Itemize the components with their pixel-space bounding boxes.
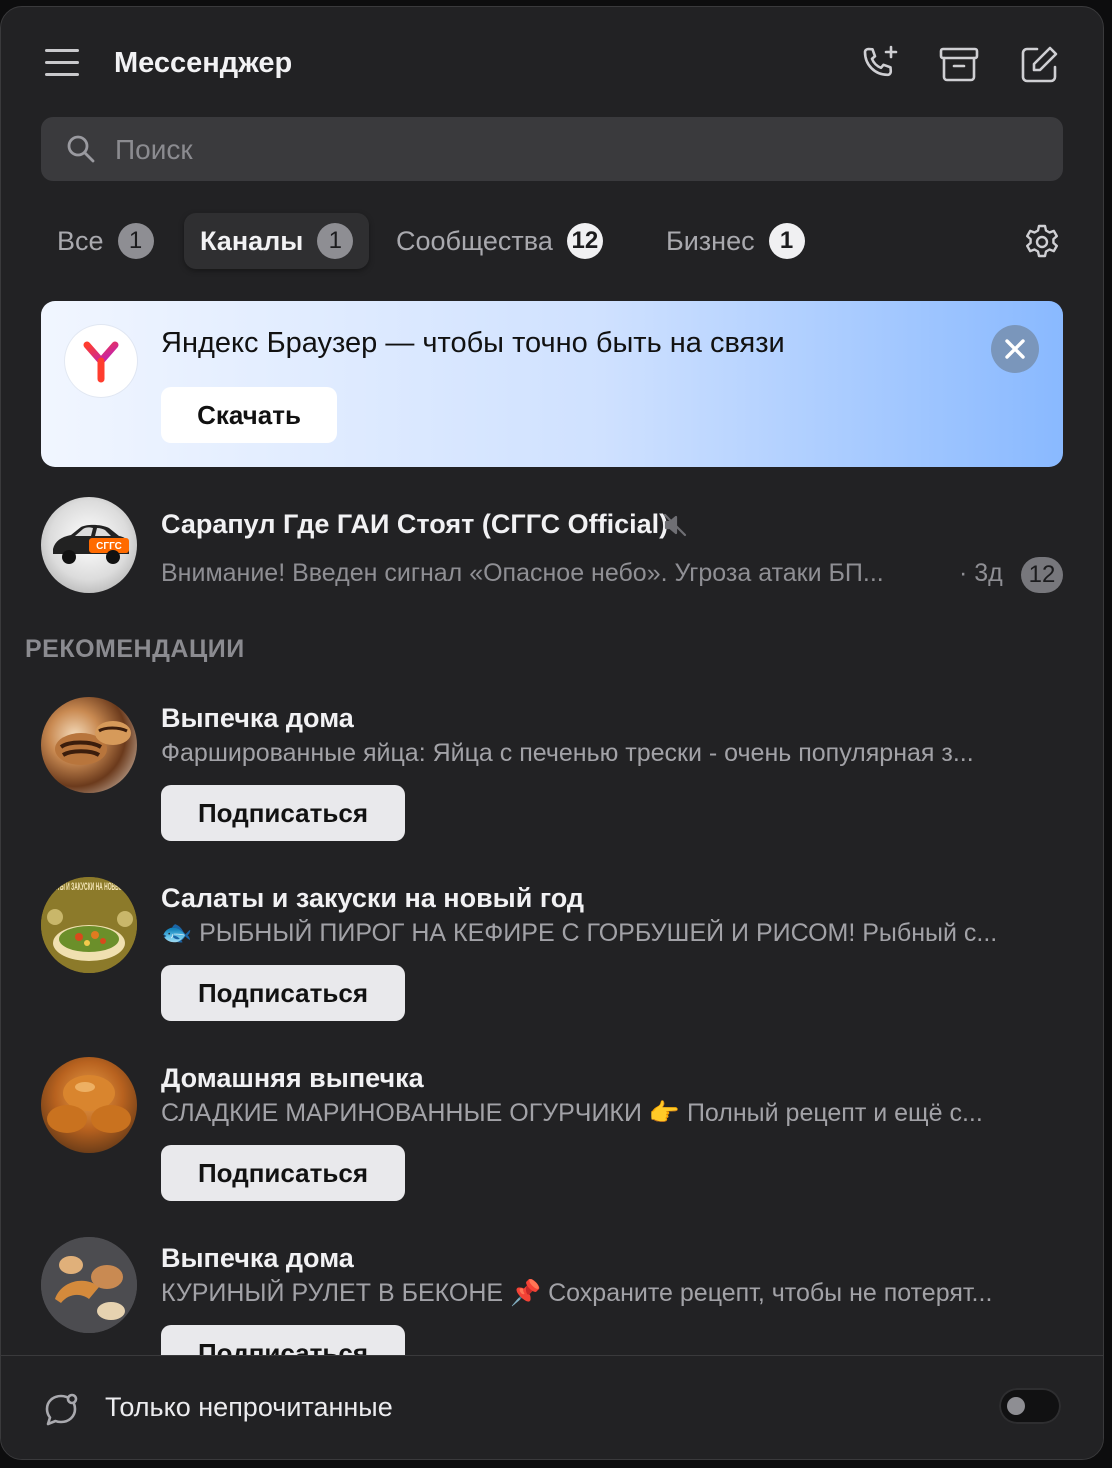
recommendations-title: РЕКОМЕНДАЦИИ	[25, 635, 245, 663]
archive-icon[interactable]	[937, 43, 981, 87]
channel-description: СЛАДКИЕ МАРИНОВАННЫЕ ОГУРЧИКИ 👉 Полный р…	[161, 1099, 983, 1127]
chat-name: Сарапул Где ГАИ Стоят (СГГС Official)	[161, 509, 669, 539]
list-item[interactable]: САЛАТЫ И ЗАКУСКИ НА НОВЫЙ ГОД Салаты и з…	[1, 877, 1103, 1057]
channel-description: КУРИНЫЙ РУЛЕТ В БЕКОНЕ 📌 Сохраните рецеп…	[161, 1279, 993, 1307]
compose-icon[interactable]	[1017, 43, 1061, 87]
channel-description: Фаршированные яйца: Яйца с печенью треск…	[161, 739, 974, 767]
car-logo-icon: СГГС	[53, 524, 129, 564]
subscribe-button[interactable]: Подписаться	[161, 1145, 405, 1201]
unread-only-label: Только непрочитанные	[105, 1392, 393, 1422]
chat-time: · 3д	[959, 559, 1003, 587]
list-item[interactable]: Выпечка дома Фаршированные яйца: Яйца с …	[1, 697, 1103, 877]
messenger-window: Мессенджер Все 1 Каналы 1 Соо	[0, 6, 1104, 1460]
unread-only-toggle[interactable]	[999, 1388, 1061, 1424]
channel-avatar	[41, 1057, 137, 1153]
tab-count: 12	[566, 223, 603, 259]
avatar-text: СГГС	[96, 541, 122, 552]
croissant-image-icon	[41, 1237, 137, 1333]
yandex-logo-icon	[83, 341, 119, 383]
unread-badge: 12	[1021, 557, 1063, 593]
gear-icon[interactable]	[1023, 223, 1061, 261]
header: Мессенджер	[1, 7, 1103, 117]
recommendations-list: Выпечка дома Фаршированные яйца: Яйца с …	[1, 687, 1103, 1355]
tab-channels[interactable]: Каналы 1	[184, 213, 370, 269]
app-title: Мессенджер	[114, 47, 293, 79]
channel-name: Выпечка дома	[161, 1243, 354, 1273]
buns-image-icon	[47, 1075, 131, 1133]
tab-count: 1	[768, 223, 805, 259]
chat-avatar: СГГС	[41, 497, 137, 593]
close-icon	[1005, 339, 1025, 359]
tab-all[interactable]: Все 1	[41, 213, 170, 269]
channel-avatar	[41, 697, 137, 793]
list-item[interactable]: Выпечка дома КУРИНЫЙ РУЛЕТ В БЕКОНЕ 📌 Со…	[1, 1237, 1103, 1355]
muted-icon	[663, 513, 687, 537]
tab-label: Все	[57, 225, 104, 256]
subscribe-button[interactable]: Подписаться	[161, 965, 405, 1021]
chat-last-message: Внимание! Введен сигнал «Опасное небо». …	[161, 559, 884, 587]
tab-count: 1	[317, 223, 354, 259]
new-call-icon[interactable]	[857, 43, 901, 87]
chat-row[interactable]: СГГС Сарапул Где ГАИ Стоят (СГГС Officia…	[1, 491, 1103, 599]
tab-count: 1	[117, 223, 154, 259]
channel-name: Салаты и закуски на новый год	[161, 883, 585, 913]
search-bar[interactable]	[41, 117, 1063, 183]
tab-label: Бизнес	[666, 225, 755, 256]
pastry-image-icon	[55, 721, 131, 765]
close-banner-button[interactable]	[991, 325, 1039, 373]
banner-text: Яндекс Браузер — чтобы точно быть на свя…	[161, 327, 785, 359]
tabs: Все 1 Каналы 1 Сообщества 12 Бизнес 1	[41, 213, 1071, 269]
tab-communities[interactable]: Сообщества 12	[380, 213, 619, 269]
salad-image-icon: САЛАТЫ И ЗАКУСКИ НА НОВЫЙ ГОД	[41, 877, 137, 973]
channel-description: 🐟 РЫБНЫЙ ПИРОГ НА КЕФИРЕ С ГОРБУШЕЙ И РИ…	[161, 919, 998, 947]
subscribe-button[interactable]: Подписаться	[161, 785, 405, 841]
avatar-text: САЛАТЫ И ЗАКУСКИ НА НОВЫЙ ГОД	[43, 880, 135, 893]
channel-name: Выпечка дома	[161, 703, 354, 733]
channel-avatar	[41, 1237, 137, 1333]
chat-bubble-icon	[45, 1393, 78, 1426]
promo-banner: Яндекс Браузер — чтобы точно быть на свя…	[41, 301, 1063, 467]
channel-name: Домашняя выпечка	[161, 1063, 424, 1093]
channel-avatar: САЛАТЫ И ЗАКУСКИ НА НОВЫЙ ГОД	[41, 877, 137, 973]
footer: Только непрочитанные	[1, 1355, 1103, 1459]
download-button[interactable]: Скачать	[161, 387, 337, 443]
menu-icon[interactable]	[45, 49, 85, 79]
search-input[interactable]	[113, 117, 1037, 183]
list-item[interactable]: Домашняя выпечка СЛАДКИЕ МАРИНОВАННЫЕ ОГ…	[1, 1057, 1103, 1237]
subscribe-button[interactable]: Подписаться	[161, 1325, 405, 1355]
tab-label: Каналы	[200, 225, 304, 256]
tab-business[interactable]: Бизнес 1	[650, 213, 821, 269]
yandex-browser-logo	[65, 325, 137, 397]
toggle-knob	[1007, 1397, 1025, 1415]
search-icon	[67, 135, 95, 163]
tab-label: Сообщества	[396, 225, 553, 256]
